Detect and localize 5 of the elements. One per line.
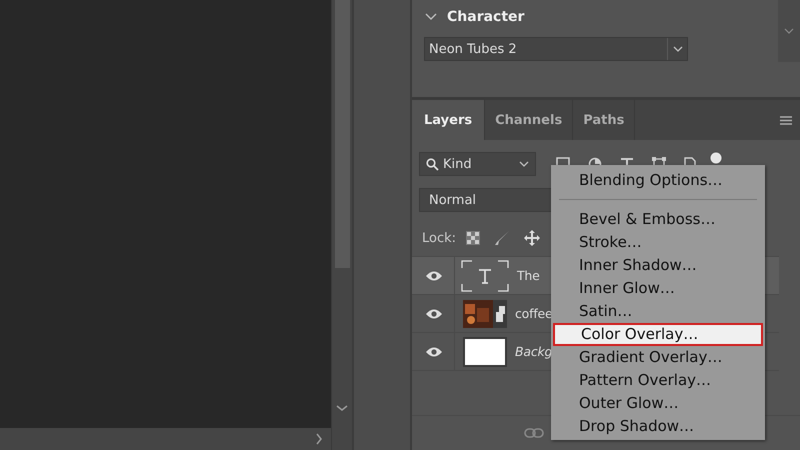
layer-name: Backg: [515, 344, 552, 359]
section-title: Character: [447, 9, 524, 25]
layer-name: coffee: [515, 306, 553, 321]
layer-name: The: [517, 268, 540, 283]
lock-label: Lock:: [422, 230, 456, 246]
